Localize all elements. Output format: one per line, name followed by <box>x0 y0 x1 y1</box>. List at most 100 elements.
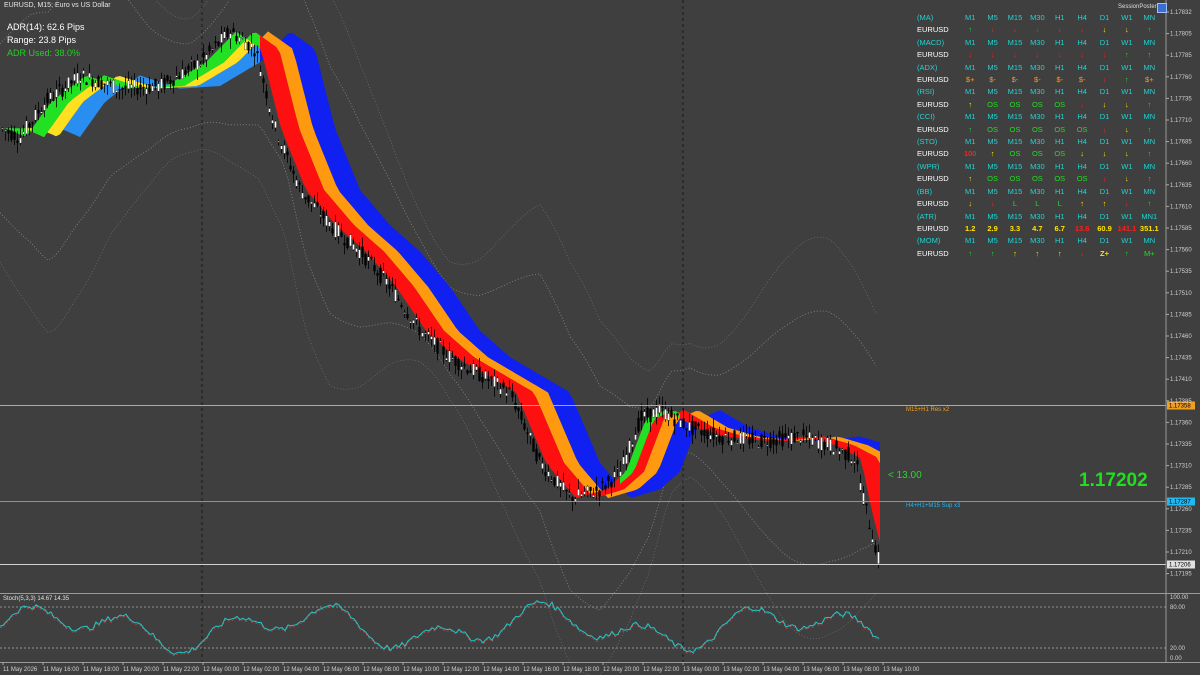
candle-body <box>661 406 664 408</box>
time-tick-label: 12 May 12:00 <box>443 667 480 673</box>
candle-body <box>193 60 196 68</box>
candle-body <box>7 130 10 134</box>
arrow-down-icon: ↓ <box>1080 99 1085 109</box>
candle-body <box>853 461 856 464</box>
candle-body <box>583 491 586 495</box>
candle-body <box>742 431 745 444</box>
arrow-up-icon: ↑ <box>1147 199 1152 209</box>
candle-body <box>643 411 646 417</box>
candle-body <box>37 109 40 114</box>
candle-body <box>556 475 559 487</box>
arrow-down-icon: ↓ <box>1013 50 1017 60</box>
timeframe-label: M30 <box>1030 37 1045 47</box>
time-tick-label: 12 May 08:00 <box>363 667 400 673</box>
candle-body <box>67 77 70 89</box>
arrow-down-icon: ↓ <box>1035 50 1040 60</box>
indicator-name: (CCI) <box>917 112 935 122</box>
signal-value: OS <box>1054 124 1066 134</box>
time-tick-label: 11 May 18:00 <box>83 667 120 673</box>
candle-body <box>58 84 61 86</box>
candle-body <box>541 463 544 469</box>
candle-body <box>784 433 787 438</box>
candle-body <box>673 419 676 427</box>
candle-body <box>364 254 367 266</box>
indicator-name: (STO) <box>917 137 938 147</box>
arrow-up-icon: ↑ <box>1147 99 1152 109</box>
candle-body <box>700 430 703 435</box>
candle-body <box>31 122 34 124</box>
dashboard-header-row: (BB) M1 M5 M15 M30 H1 H4 D1 W1 MN <box>917 186 1161 198</box>
timeframe-label: M30 <box>1030 62 1045 72</box>
time-tick-label: 13 May 10:00 <box>883 667 920 673</box>
dashboard-header-row: (MOM) M1 M5 M15 M30 H1 H4 D1 W1 MN <box>917 235 1161 247</box>
time-tick-label: 12 May 18:00 <box>563 667 600 673</box>
candle-body <box>553 477 556 486</box>
timeframe-label: W1 <box>1121 137 1133 147</box>
timeframe-label: M1 <box>964 112 976 122</box>
candle-body <box>721 436 724 445</box>
candle-body <box>496 377 499 383</box>
arrow-up-icon: ↑ <box>990 248 995 258</box>
adr-info-panel: ADR(14): 62.6 Pips Range: 23.8 Pips ADR … <box>7 21 85 60</box>
candle-body <box>115 90 118 93</box>
signal-value: OS <box>1076 174 1088 184</box>
candle-body <box>739 432 742 444</box>
price-tick-label: 1.17585 <box>1170 226 1192 232</box>
timeframe-label: H4 <box>1077 137 1087 147</box>
arrow-down-icon: ↓ <box>1057 50 1062 60</box>
candle-body <box>133 79 136 88</box>
candle-body <box>64 88 67 92</box>
timeframe-label: M15 <box>1007 236 1023 246</box>
signal-value: OS <box>1076 124 1088 134</box>
trading-terminal-chart[interactable]: 1.17358 1.17287 1.17206 1.17832 1.17805 1.17… <box>0 0 1200 675</box>
candle-body <box>469 370 472 373</box>
time-tick-label: 12 May 00:00 <box>203 667 240 673</box>
candle-body <box>313 203 316 208</box>
time-tick-label: 12 May 02:00 <box>243 667 280 673</box>
time-tick-label: 12 May 20:00 <box>603 667 640 673</box>
candle-body <box>43 104 46 111</box>
candle-body <box>610 481 613 488</box>
dashboard-symbol-row: EURUSD ↑ ↑ ↑ ↑ ↑ ↓ Z+ ↑ M+ <box>917 248 1161 260</box>
candle-body <box>235 36 238 42</box>
timeframe-label: MN <box>1143 186 1156 196</box>
candle-body <box>61 87 64 97</box>
candle-body <box>574 498 577 502</box>
candle-body <box>535 448 538 462</box>
candle-body <box>706 428 709 440</box>
timeframe-label: H1 <box>1054 13 1065 22</box>
arrow-down-icon: ↓ <box>968 199 973 209</box>
candle-body <box>757 446 760 449</box>
signal-value: L <box>1012 199 1018 209</box>
symbol-name: EURUSD <box>917 248 949 258</box>
symbol-name: EURUSD <box>917 223 949 233</box>
candle-body <box>619 471 622 477</box>
symbol-name: EURUSD <box>917 199 949 209</box>
candle-body <box>142 86 145 89</box>
arrow-down-icon: ↓ <box>1125 25 1129 35</box>
dashboard-symbol-row: EURUSD $+ $- $- $- $- $- ↓ ↑ $+ <box>917 74 1161 86</box>
symbol-name: EURUSD <box>917 174 949 184</box>
arrow-up-icon: ↑ <box>1080 199 1085 209</box>
candle-body <box>667 413 670 421</box>
candle-body <box>484 370 487 380</box>
stochastic-subwindow: 100.00 80.00 20.00 0.00 <box>0 595 1189 662</box>
candle-body <box>457 359 460 370</box>
candle-body <box>550 479 553 482</box>
candle-body <box>787 435 790 439</box>
candle-body <box>268 108 271 113</box>
session-poster-label: SessionPoster <box>1118 4 1157 10</box>
candle-body <box>874 545 877 553</box>
candle-body <box>157 83 160 92</box>
candle-body <box>565 489 568 492</box>
price-tick-label: 1.17285 <box>1170 485 1192 491</box>
dashboard-symbol-row: EURUSD ↑ ↓ ↓ ↓ ↓ ↓ ↓ ↓ ↑ <box>917 24 1161 36</box>
candle-body <box>259 71 262 77</box>
candle-body <box>247 42 250 51</box>
dashboard-header-row: (MACD) M1 M5 M15 M30 H1 H4 D1 W1 MN <box>917 37 1161 49</box>
symbol-title: EURUSD, M15: Euro vs US Dollar <box>4 2 111 9</box>
candle-body <box>454 356 457 366</box>
candle-body <box>796 431 799 434</box>
indicator-name: (MOM) <box>917 236 941 246</box>
stoch-level-label: 20.00 <box>1170 646 1186 652</box>
